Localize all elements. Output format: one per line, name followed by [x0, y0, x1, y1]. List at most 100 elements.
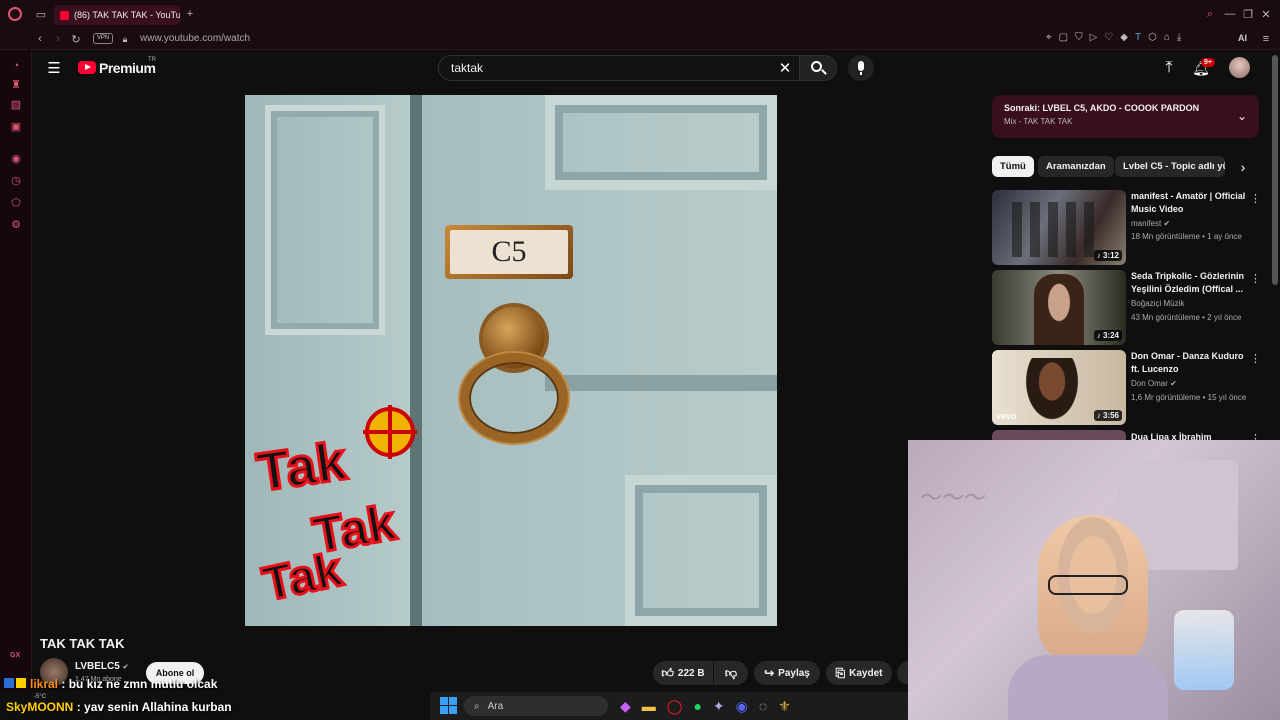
translate-icon[interactable]: T: [1135, 32, 1141, 46]
page-scrollbar[interactable]: [1272, 55, 1278, 285]
pin-icon[interactable]: ⌖: [1046, 32, 1052, 46]
sticker-word-3: Tak: [257, 542, 348, 613]
microphone: [1174, 610, 1234, 690]
channel-name[interactable]: LVBELC5 ✔: [75, 661, 128, 672]
opera-gx-icon[interactable]: ◌: [759, 698, 767, 714]
chat-message-2: SkyMOONN : yav senin Allahina kurban: [6, 700, 232, 714]
hamburger-menu-icon[interactable]: ☰: [46, 60, 62, 77]
chat-message-1: likral : bu kız ne zmn mutlu olcak: [30, 677, 217, 691]
share-button[interactable]: ↪ Paylaş: [754, 661, 820, 685]
bookmark-icon: ⎘: [835, 665, 846, 680]
chevron-down-icon[interactable]: ⌄: [1237, 109, 1247, 123]
upload-icon[interactable]: ⤒: [1160, 59, 1178, 77]
sidebar-home-icon[interactable]: ◔: [8, 58, 24, 74]
video-player[interactable]: C5 Tak Tak Tak: [245, 95, 777, 626]
shield-icon[interactable]: ⛉: [1075, 32, 1083, 46]
search-input[interactable]: taktak: [438, 55, 800, 81]
ai-label[interactable]: AI: [1238, 33, 1247, 43]
account-icon[interactable]: ⌂: [1164, 32, 1170, 46]
rec-more-icon-1[interactable]: ⋮: [1250, 192, 1261, 205]
rec-more-icon-2[interactable]: ⋮: [1250, 272, 1261, 285]
sidebar-history-icon[interactable]: ◷: [8, 172, 24, 188]
sticker-word-1: Tak: [252, 430, 352, 505]
tab-islands-icon[interactable]: ▭: [34, 8, 48, 21]
menu-icon[interactable]: ≡: [1260, 32, 1272, 46]
tak-tak-sticker: Tak Tak Tak: [252, 430, 423, 626]
verified-icon: ✔: [1163, 219, 1171, 228]
extension-icon[interactable]: ◆: [1120, 32, 1128, 46]
opera-icon[interactable]: ◯: [667, 698, 683, 715]
sidebar-news-icon[interactable]: ▣: [8, 118, 24, 134]
like-button[interactable]: 👍︎ 222 B: [653, 661, 713, 685]
spotify-icon[interactable]: ●: [693, 698, 701, 714]
dislike-button[interactable]: 👎︎: [714, 661, 748, 685]
chip-channel-uploads[interactable]: Lvbel C5 - Topic adlı yük: [1115, 156, 1225, 177]
save-button[interactable]: ⎘ Kaydet: [826, 661, 892, 685]
vpn-badge[interactable]: VPN: [93, 33, 113, 44]
youtube-logo-icon[interactable]: [78, 61, 96, 74]
snapshot-icon[interactable]: ▢: [1059, 32, 1068, 46]
heart-icon[interactable]: ♡: [1104, 32, 1113, 46]
share-icon: ↪: [764, 666, 775, 680]
search-tabs-icon[interactable]: ⌕: [1204, 8, 1216, 20]
sidebar-settings-icon[interactable]: ⚙: [8, 216, 24, 232]
app-icon[interactable]: ✦: [713, 698, 725, 715]
rec-duration-2: ♪ 3:24: [1093, 330, 1122, 341]
back-icon[interactable]: ‹: [34, 32, 46, 46]
play-icon[interactable]: ▷: [1090, 32, 1098, 46]
download-icon[interactable]: ⤓: [1177, 32, 1181, 46]
forward-icon[interactable]: ›: [52, 32, 64, 46]
region-code: TR: [148, 57, 156, 63]
close-window-button[interactable]: ✕: [1260, 8, 1272, 21]
chat-user-2: SkyMOONN: [6, 700, 74, 714]
league-icon[interactable]: ⚜: [778, 698, 791, 715]
rec-channel-2[interactable]: Boğaziçi Müzik: [1131, 299, 1184, 308]
windows-taskbar: ⌕ Ara ◆ ▬ ◯ ● ✦ ◉ ◌ ⚜: [430, 692, 908, 720]
rec-meta-1: 18 Mn görüntüleme • 1 ay önce: [1131, 232, 1242, 241]
start-button-icon[interactable]: [440, 697, 457, 714]
streamer: [1008, 515, 1168, 720]
chevron-right-icon[interactable]: ›: [1236, 158, 1250, 176]
youtube-logo-text[interactable]: Premium: [99, 60, 156, 76]
sidebar-extensions-icon[interactable]: ⬠: [8, 194, 24, 210]
rec-thumbnail-2[interactable]: ♪ 3:24: [992, 270, 1126, 345]
sidebar-wallet-icon[interactable]: ▨: [8, 96, 24, 112]
minimize-button[interactable]: —: [1224, 8, 1236, 20]
puzzle-icon[interactable]: ⬡: [1148, 32, 1157, 46]
clear-search-icon[interactable]: ✕: [776, 58, 794, 78]
sidebar-player-icon[interactable]: ◉: [8, 150, 24, 166]
discord-icon[interactable]: ◉: [736, 698, 748, 715]
extension-toolbar: ⌖ ▢ ⛉ ▷ ♡ ◆ T ⬡ ⌂ ⤓: [1046, 32, 1226, 46]
up-next-panel[interactable]: Sonraki: LVBEL C5, AKDO - COOOK PARDON M…: [992, 95, 1259, 138]
sidebar-gaming-icon[interactable]: ♜: [8, 76, 24, 92]
rec-channel-1[interactable]: manifest ✔: [1131, 219, 1170, 228]
opera-sidebar: ◔ ♜ ▨ ▣ ◉ ◷ ⬠ ⚙ GX: [0, 50, 32, 690]
chip-from-search[interactable]: Aramanızdan: [1038, 156, 1114, 177]
copilot-icon[interactable]: ◆: [620, 698, 631, 715]
chat-badge-icon: [16, 678, 26, 688]
rec-thumbnail-1[interactable]: ♪ 3:12: [992, 190, 1126, 265]
taskbar-search[interactable]: ⌕ Ara: [464, 696, 608, 716]
rec-title-3[interactable]: Don Omar - Danza Kuduro ft. Lucenzo: [1131, 350, 1246, 376]
maximize-button[interactable]: ❐: [1242, 8, 1254, 21]
taskbar-search-label: Ara: [487, 700, 504, 712]
voice-search-button[interactable]: [848, 55, 874, 81]
user-avatar[interactable]: [1229, 57, 1250, 78]
rec-title-1[interactable]: manifest - Amatör | Official Music Video: [1131, 190, 1246, 216]
file-explorer-icon[interactable]: ▬: [642, 698, 656, 714]
search-button[interactable]: [799, 55, 837, 81]
rec-title-2[interactable]: Seda Tripkolic - Gözlerinin Yeşilini Özl…: [1131, 270, 1246, 296]
tab-active[interactable]: (86) TAK TAK TAK - YouTu: [54, 5, 180, 25]
gx-label: GX: [10, 652, 21, 659]
reload-icon[interactable]: ↻: [70, 32, 82, 46]
url-text[interactable]: www.youtube.com/watch: [140, 33, 250, 44]
opera-logo-icon[interactable]: [8, 7, 22, 21]
chip-all[interactable]: Tümü: [992, 156, 1034, 177]
new-tab-button[interactable]: +: [184, 8, 196, 20]
rec-more-icon-3[interactable]: ⋮: [1250, 352, 1261, 365]
rec-thumbnail-3[interactable]: vevo ♪ 3:56: [992, 350, 1126, 425]
like-count: 222 B: [677, 667, 705, 679]
rec-duration-3: ♪ 3:56: [1093, 410, 1122, 421]
rec-channel-3[interactable]: Don Omar ✔: [1131, 379, 1177, 388]
rec-duration-1: ♪ 3:12: [1093, 250, 1122, 261]
